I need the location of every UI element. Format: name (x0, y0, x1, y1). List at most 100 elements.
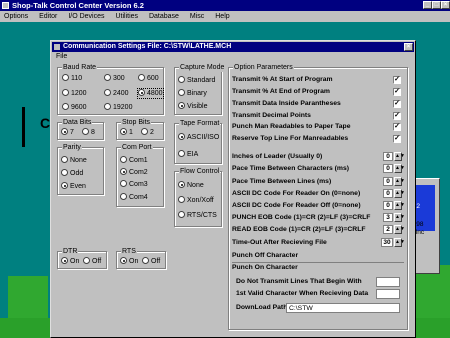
parity-odd-radio[interactable]: Odd (61, 169, 83, 178)
menu-options[interactable]: Options (4, 11, 28, 22)
flow-rts-cts-radio[interactable]: RTS/CTS (178, 211, 217, 220)
download-path-input[interactable]: C:\STW (286, 303, 400, 313)
flow-rts-cts-label: RTS/CTS (187, 212, 217, 219)
baud-9600-radio[interactable]: 9600 (62, 103, 87, 112)
capture-standard-radio[interactable]: Standard (178, 76, 215, 85)
dialog-menubar: File (52, 52, 414, 61)
stop-bits-2-radio[interactable]: 2 (141, 128, 154, 137)
spin-arrows-icon[interactable]: ▲▼ (394, 152, 405, 161)
com1-radio[interactable]: Com1 (120, 156, 148, 165)
inches-leader-row: Inches of Leader (Usually 0) 0 ▲▼ (232, 152, 405, 162)
read-eob-row: READ EOB Code (1)=CR (2)=LF (3)=CRLF 2 ▲… (232, 225, 405, 235)
tape-ascii-radio[interactable]: ASCII/ISO (178, 133, 219, 142)
transmit-parentheses-row[interactable]: Transmit Data Inside Parantheses ✓ (232, 99, 404, 109)
timeout-input[interactable]: 30 (381, 238, 393, 247)
dialog-menu-file[interactable]: File (56, 53, 67, 60)
data-bits-7-label: 7 (70, 129, 74, 136)
parity-even-radio[interactable]: Even (61, 182, 86, 191)
download-path-label: DownLoad Path (236, 304, 288, 311)
data-bits-8-radio[interactable]: 8 (82, 128, 95, 137)
capture-visible-radio[interactable]: Visible (178, 102, 208, 111)
flow-xon-radio[interactable]: Xon/Xoff (178, 196, 214, 205)
menu-database[interactable]: Database (149, 11, 179, 22)
minimize-button[interactable]: _ (423, 1, 432, 9)
reserve-top-line-row[interactable]: Reserve Top Line For Manreadables ✓ (232, 134, 404, 144)
radio-icon (104, 89, 111, 96)
transmit-start-label: Transmit % At Start of Program (232, 76, 333, 83)
checkbox-checked-icon[interactable]: ✓ (393, 135, 401, 143)
data-bits-label: Data Bits (62, 118, 93, 127)
reader-off-input[interactable]: 0 (383, 201, 393, 210)
dtr-off-radio[interactable]: Off (83, 257, 101, 266)
transmit-end-row[interactable]: Transmit % At End of Program ✓ (232, 87, 404, 97)
menu-help[interactable]: Help (215, 11, 229, 22)
radio-selected-icon (61, 257, 68, 264)
data-bits-7-radio[interactable]: 7 (61, 128, 74, 137)
checkbox-checked-icon[interactable]: ✓ (393, 88, 401, 96)
menu-editor[interactable]: Editor (39, 11, 57, 22)
menu-io-devices[interactable]: I/O Devices (68, 11, 104, 22)
punch-eob-input[interactable]: 3 (383, 213, 393, 222)
stop-bits-group: Stop Bits 1 2 (116, 118, 164, 140)
maximize-button[interactable]: □ (432, 1, 441, 9)
tape-eia-radio[interactable]: EIA (178, 150, 198, 159)
stop-bits-1-label: 1 (129, 129, 133, 136)
baud-2400-radio[interactable]: 2400 (104, 89, 129, 98)
dtr-off-label: Off (92, 258, 102, 265)
menu-utilities[interactable]: Utilities (115, 11, 138, 22)
spin-arrows-icon[interactable]: ▲▼ (394, 225, 405, 234)
spin-arrows-icon[interactable]: ▲▼ (394, 177, 405, 186)
stop-bits-label: Stop Bits (121, 118, 152, 127)
flow-none-radio[interactable]: None (178, 181, 204, 190)
no-transmit-input[interactable] (376, 277, 400, 287)
spin-arrows-icon[interactable]: ▲▼ (394, 213, 405, 222)
baud-110-radio[interactable]: 110 (62, 74, 82, 83)
pace-chars-label: Pace Time Between Characters (ms) (232, 165, 349, 172)
reader-on-input[interactable]: 0 (383, 189, 393, 198)
radio-icon (142, 257, 149, 264)
spin-arrows-icon[interactable]: ▲▼ (394, 238, 405, 247)
rts-on-radio[interactable]: On (120, 257, 138, 266)
baud-19200-radio[interactable]: 19200 (104, 103, 132, 112)
com1-label: Com1 (129, 157, 148, 164)
main-window-title: Shop-Talk Control Center Version 6.2 (12, 1, 144, 10)
stop-bits-1-radio[interactable]: 1 (120, 128, 133, 137)
com2-radio[interactable]: Com2 (120, 168, 148, 177)
app-icon (2, 2, 9, 9)
baud-1200-radio[interactable]: 1200 (62, 89, 87, 98)
rts-off-radio[interactable]: Off (142, 257, 160, 266)
flow-xon-label: Xon/Xoff (187, 197, 214, 204)
checkbox-checked-icon[interactable]: ✓ (393, 100, 401, 108)
dialog-close-button[interactable]: × (404, 43, 413, 51)
com4-radio[interactable]: Com4 (120, 193, 148, 202)
menu-misc[interactable]: Misc (190, 11, 204, 22)
spin-arrows-icon[interactable]: ▲▼ (394, 189, 405, 198)
checkbox-checked-icon[interactable]: ✓ (393, 112, 401, 120)
pace-chars-input[interactable]: 0 (383, 164, 393, 173)
close-button[interactable]: × (441, 1, 450, 9)
rts-off-label: Off (151, 258, 161, 265)
read-eob-input[interactable]: 2 (383, 225, 393, 234)
capture-binary-radio[interactable]: Binary (178, 89, 207, 98)
baud-600-radio[interactable]: 600 (138, 74, 159, 83)
baud-4800-radio[interactable]: 4800 (137, 88, 164, 99)
inches-leader-label: Inches of Leader (Usually 0) (232, 153, 323, 160)
dtr-on-radio[interactable]: On (61, 257, 79, 266)
transmit-decimal-row[interactable]: Transmit Decimal Points ✓ (232, 111, 404, 121)
com3-radio[interactable]: Com3 (120, 180, 148, 189)
first-valid-input[interactable] (376, 289, 400, 299)
inches-leader-input[interactable]: 0 (383, 152, 393, 161)
spin-arrows-icon[interactable]: ▲▼ (394, 201, 405, 210)
parity-none-radio[interactable]: None (61, 156, 87, 165)
transmit-start-row[interactable]: Transmit % At Start of Program ✓ (232, 75, 404, 85)
punch-man-readables-row[interactable]: Punch Man Readables to Paper Tape ✓ (232, 122, 404, 132)
rts-on-label: On (129, 258, 139, 265)
com4-label: Com4 (129, 194, 148, 201)
parity-none-label: None (70, 157, 87, 164)
checkbox-checked-icon[interactable]: ✓ (393, 123, 401, 131)
pace-lines-input[interactable]: 0 (383, 177, 393, 186)
spin-arrows-icon[interactable]: ▲▼ (394, 164, 405, 173)
radio-selected-icon (178, 102, 185, 109)
checkbox-checked-icon[interactable]: ✓ (393, 76, 401, 84)
baud-300-radio[interactable]: 300 (104, 74, 125, 83)
